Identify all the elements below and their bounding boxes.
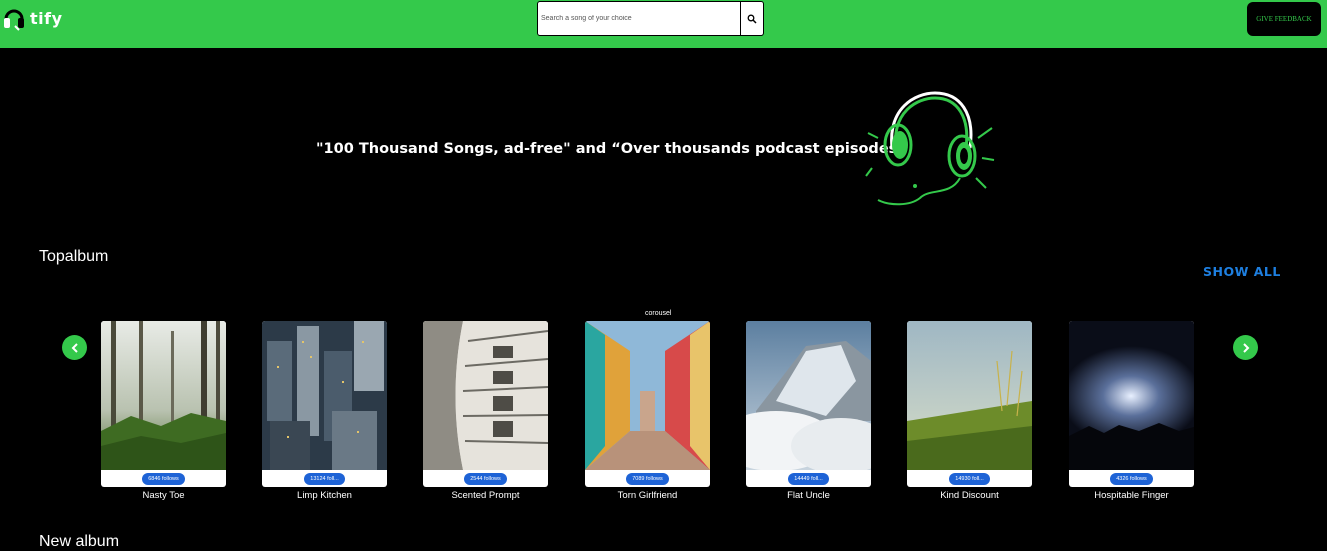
follows-badge: 14449 foll... [788, 472, 829, 485]
album-cover-image [423, 321, 548, 470]
album-card[interactable]: 7089 follows [585, 321, 710, 487]
follows-badge: 13124 foll... [304, 472, 345, 485]
follows-badge: 4326 follows [1110, 472, 1153, 485]
search-bar [537, 1, 764, 36]
album-card[interactable]: 4326 follows [1069, 321, 1194, 487]
album-name: Torn Girlfriend [617, 490, 678, 501]
give-feedback-button[interactable]: GIVE FEEDBACK [1247, 2, 1321, 36]
navbar: tify GIVE FEEDBACK [0, 0, 1327, 48]
album-name: Scented Prompt [451, 490, 520, 501]
carousel-next-button[interactable] [1233, 335, 1258, 360]
search-icon [747, 14, 757, 24]
album-name: Kind Discount [940, 490, 999, 501]
headphones-illustration-icon [865, 91, 995, 206]
album-card[interactable]: 2544 follows [423, 321, 548, 487]
album-cover-image [262, 321, 387, 470]
album-cover-image [907, 321, 1032, 470]
headphones-logo-icon [4, 9, 24, 31]
search-button[interactable] [741, 1, 764, 36]
album-card[interactable]: 6846 follows [101, 321, 226, 487]
follows-badge: 2544 follows [464, 472, 507, 485]
logo-text: tify [30, 8, 63, 28]
chevron-left-icon [71, 342, 78, 353]
follows-badge: 7089 follows [626, 472, 669, 485]
hero-banner: "100 Thousand Songs, ad-free" and “Over … [0, 48, 1327, 228]
logo[interactable]: tify [3, 3, 63, 33]
album-cover-image [585, 321, 710, 470]
carousel-prev-button[interactable] [62, 335, 87, 360]
album-card[interactable]: 14449 foll... [746, 321, 871, 487]
album-name: Flat Uncle [787, 490, 830, 501]
album-name: Limp Kitchen [297, 490, 352, 501]
album-name: Hospitable Finger [1094, 490, 1169, 501]
album-card[interactable]: 14930 foll... [907, 321, 1032, 487]
album-cover-image [101, 321, 226, 470]
search-input[interactable] [537, 1, 741, 36]
chevron-right-icon [1242, 342, 1249, 353]
section-title-new-album: New album [39, 533, 120, 550]
section-title-topalbum: Topalbum [39, 248, 109, 265]
album-name: Nasty Toe [142, 490, 185, 501]
follows-badge: 6846 follows [142, 472, 185, 485]
show-all-link[interactable]: SHOW ALL [1203, 264, 1281, 279]
carousel-label: corousel [645, 310, 672, 317]
follows-badge: 14930 foll... [949, 472, 990, 485]
album-card[interactable]: 13124 foll... [262, 321, 387, 487]
album-cover-image [1069, 321, 1194, 470]
album-cover-image [746, 321, 871, 470]
hero-tagline: "100 Thousand Songs, ad-free" and “Over … [316, 141, 907, 157]
